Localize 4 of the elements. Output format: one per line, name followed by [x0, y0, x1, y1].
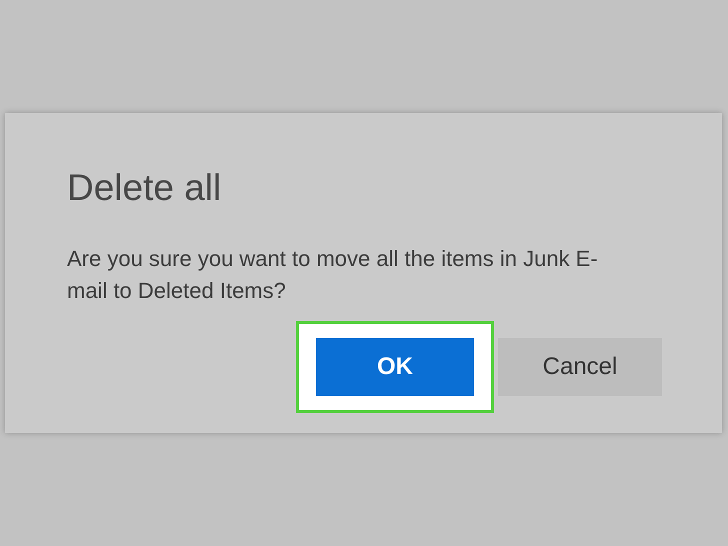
dialog-title: Delete all — [67, 167, 222, 209]
ok-button[interactable]: OK — [316, 338, 474, 396]
cancel-button[interactable]: Cancel — [498, 338, 662, 396]
dialog-message: Are you sure you want to move all the items in Junk E-mail to Deleted Items? — [67, 245, 599, 305]
